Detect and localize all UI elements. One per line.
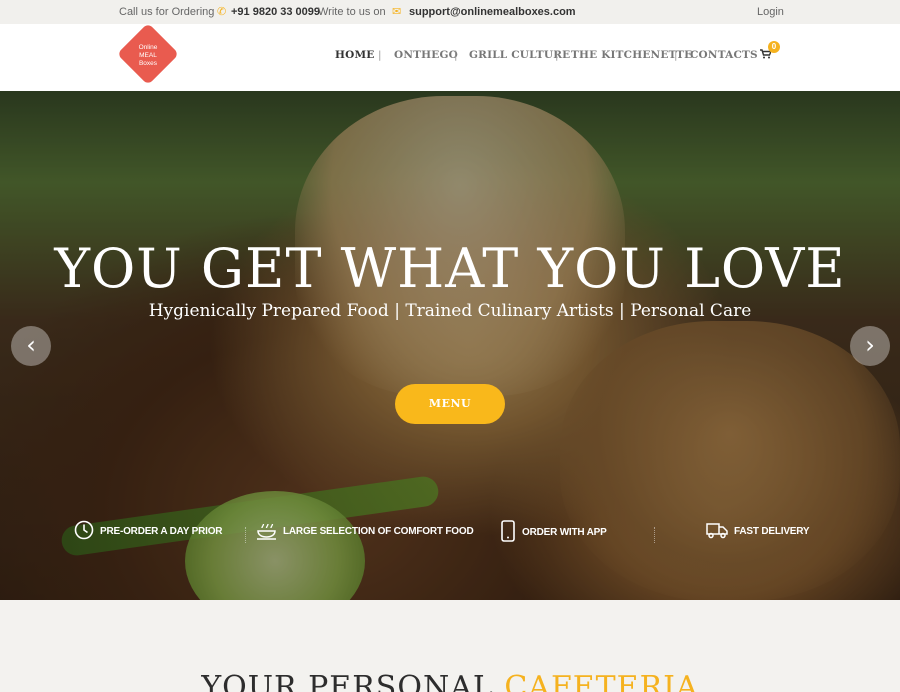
mobile-phone-icon [500, 520, 516, 545]
top-bar: Call us for Ordering ✆ +91 9820 33 0099 … [0, 0, 900, 24]
feature-divider [245, 527, 246, 543]
logo[interactable]: Online MEAL Boxes [119, 44, 177, 68]
section-title-part1: YOUR PERSONAL [201, 670, 494, 692]
chevron-left-icon: ‹ [26, 331, 36, 359]
slider-next-button[interactable]: › [850, 326, 890, 366]
logo-line-1: Online [138, 44, 158, 51]
food-bowl-icon [256, 520, 277, 543]
site-header: Online MEAL Boxes HOME | ONTHEGO | GRILL… [0, 22, 900, 91]
nav-item-home[interactable]: HOME [335, 49, 375, 61]
phone-number[interactable]: +91 9820 33 0099 [231, 6, 320, 18]
delivery-truck-icon [706, 520, 728, 543]
feature-selection: LARGE SELECTION OF COMFORT FOOD [256, 520, 474, 544]
section-title: YOUR PERSONAL CAFETERIA [0, 670, 900, 692]
nav-separator: | [674, 49, 678, 61]
feature-preorder: PRE-ORDER A DAY PRIOR [74, 520, 223, 544]
hero-slider: YOU GET WHAT YOU LOVE Hygienically Prepa… [0, 91, 900, 600]
login-link[interactable]: Login [757, 6, 784, 18]
clock-icon [74, 520, 94, 543]
chevron-right-icon: › [865, 331, 875, 359]
logo-line-2: MEAL [139, 52, 157, 59]
cart-count-badge: 0 [768, 41, 780, 53]
nav-item-onthego[interactable]: ONTHEGO [394, 49, 458, 61]
nav-separator: | [454, 49, 458, 61]
feature-label: PRE-ORDER A DAY PRIOR [100, 526, 223, 537]
menu-button[interactable]: MENU [395, 384, 505, 424]
feature-label: FAST DELIVERY [734, 526, 810, 537]
email-link[interactable]: support@onlinemealboxes.com [409, 6, 576, 18]
nav-separator: | [378, 49, 382, 61]
nav-item-contacts[interactable]: CONTACTS [690, 49, 758, 61]
envelope-icon: ✉ [392, 6, 402, 18]
write-label: Write to us on [318, 6, 386, 18]
feature-delivery: FAST DELIVERY [706, 520, 810, 544]
call-label: Call us for Ordering [119, 6, 215, 18]
slider-prev-button[interactable]: ‹ [11, 326, 51, 366]
feature-label: ORDER WITH APP [522, 527, 607, 538]
feature-label: LARGE SELECTION OF COMFORT FOOD [283, 526, 474, 537]
hero-subtitle: Hygienically Prepared Food | Trained Cul… [148, 301, 752, 321]
nav-separator: | [555, 49, 559, 61]
feature-divider [654, 527, 655, 543]
hero-title: YOU GET WHAT YOU LOVE [54, 237, 846, 300]
phone-icon: ✆ [217, 6, 227, 18]
logo-line-3: Boxes [138, 60, 158, 67]
section-title-accent: CAFETERIA [504, 670, 699, 692]
feature-app: ORDER WITH APP [500, 520, 607, 544]
